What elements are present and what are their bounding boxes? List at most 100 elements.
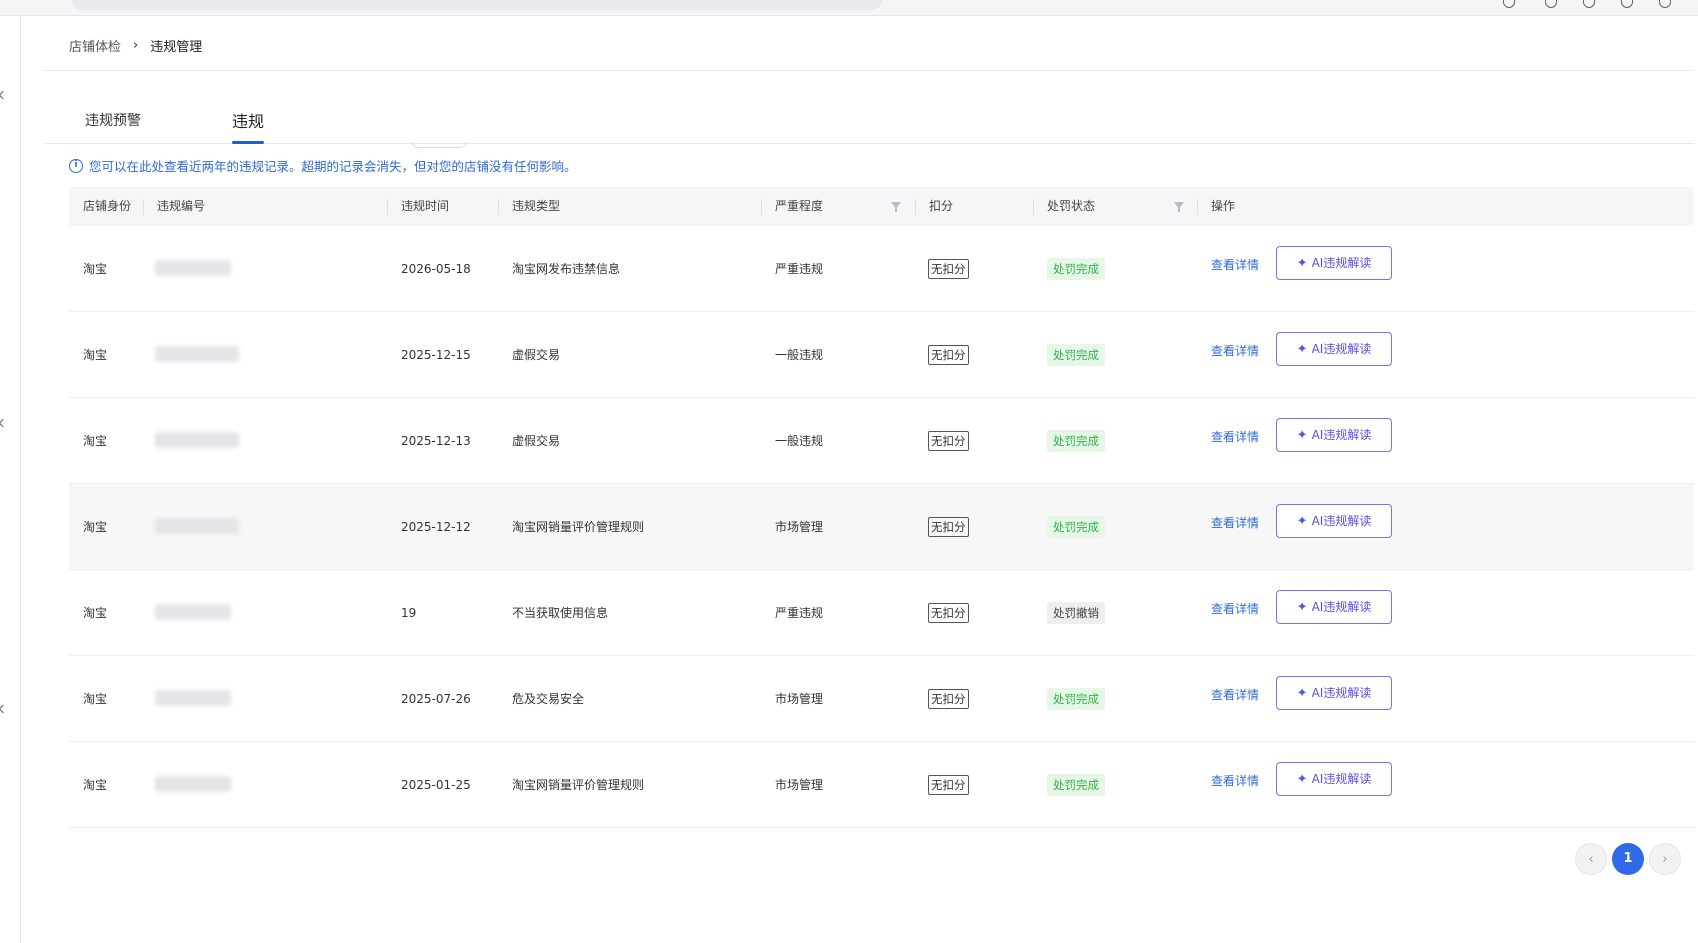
sparkle-icon: ✦	[1296, 600, 1308, 615]
cell-time: 19	[401, 606, 417, 620]
ai-interpret-button[interactable]: ✦ AI违规解读	[1276, 762, 1392, 796]
table-row: 淘宝 2025-12-13 虚假交易 一般违规 无扣分 处罚完成 查看详情 ✦ AI违规解读	[69, 398, 1694, 484]
status-badge: 处罚完成	[1047, 774, 1105, 796]
status-badge: 处罚完成	[1047, 430, 1105, 452]
header-deduction: 扣分	[915, 187, 953, 226]
sparkle-icon: ✦	[1296, 514, 1308, 529]
redacted-number	[155, 690, 231, 706]
header-severity: 严重程度	[761, 187, 823, 226]
ai-interpret-label: AI违规解读	[1311, 772, 1372, 786]
cell-time: 2025-01-25	[401, 778, 471, 792]
cell-severity: 市场管理	[775, 520, 824, 534]
redacted-number	[155, 346, 239, 362]
table-row: 淘宝 2025-01-25 淘宝网销量评价管理规则 市场管理 无扣分 处罚完成 查看详情 ✦ A…	[69, 742, 1694, 828]
ai-interpret-button[interactable]: ✦ AI违规解读	[1276, 418, 1392, 452]
table-row: 淘宝 2026-05-18 淘宝网发布违禁信息 严重违规 无扣分 处罚完成 查看详情 ✦ AI违…	[69, 226, 1694, 312]
chevron-left-icon[interactable]	[0, 90, 8, 100]
address-bar[interactable]	[72, 0, 882, 10]
ai-interpret-button[interactable]: ✦ AI违规解读	[1276, 504, 1392, 538]
cell-type: 虚假交易	[512, 348, 561, 362]
ai-interpret-button[interactable]: ✦ AI违规解读	[1276, 332, 1392, 366]
view-detail-link[interactable]: 查看详情	[1211, 514, 1259, 531]
status-badge: 处罚完成	[1047, 258, 1105, 280]
toolbar-icon[interactable]	[1545, 0, 1557, 8]
chevron-left-icon[interactable]	[0, 704, 8, 714]
tab-violation-warning[interactable]: 违规预警	[85, 110, 141, 130]
cell-type: 淘宝网发布违禁信息	[512, 262, 621, 276]
table-row: 淘宝 19 不当获取使用信息 严重违规 无扣分 处罚撤销 查看详情 ✦ AI违规解读	[69, 570, 1694, 656]
pagination: ‹ 1 ›	[1575, 843, 1698, 877]
sparkle-icon: ✦	[1296, 342, 1308, 357]
view-detail-link[interactable]: 查看详情	[1211, 772, 1259, 789]
table-body: 淘宝 2026-05-18 淘宝网发布违禁信息 严重违规 无扣分 处罚完成 查看详情 ✦ AI违…	[69, 226, 1694, 828]
filter-icon[interactable]	[891, 202, 901, 212]
cell-time: 2025-12-12	[401, 520, 471, 534]
redacted-number	[155, 776, 231, 792]
view-detail-link[interactable]: 查看详情	[1211, 686, 1259, 703]
ai-interpret-button[interactable]: ✦ AI违规解读	[1276, 590, 1392, 624]
view-detail-link[interactable]: 查看详情	[1211, 256, 1259, 273]
scroll-hint-shape	[412, 142, 466, 148]
ai-interpret-label: AI违规解读	[1311, 256, 1372, 270]
tab-violation[interactable]: 违规	[232, 108, 264, 132]
cell-identity: 淘宝	[83, 262, 108, 276]
cell-identity: 淘宝	[83, 606, 108, 620]
sparkle-icon: ✦	[1296, 772, 1308, 787]
next-page-button[interactable]: ›	[1649, 843, 1681, 875]
toolbar-icon[interactable]	[1621, 0, 1633, 8]
status-badge: 处罚完成	[1047, 516, 1105, 538]
side-nav-rail	[0, 16, 21, 943]
deduction-badge: 无扣分	[928, 345, 969, 365]
cell-type: 淘宝网销量评价管理规则	[512, 520, 645, 534]
deduction-badge: 无扣分	[928, 689, 969, 709]
toolbar-icon[interactable]	[1503, 0, 1515, 8]
header-number: 违规编号	[143, 187, 205, 226]
ai-interpret-button[interactable]: ✦ AI违规解读	[1276, 676, 1392, 710]
toolbar-icon[interactable]	[1659, 0, 1671, 8]
redacted-number	[155, 518, 239, 534]
redacted-number	[155, 432, 239, 448]
cell-identity: 淘宝	[83, 348, 108, 362]
ai-interpret-label: AI违规解读	[1311, 686, 1372, 700]
breadcrumb-parent[interactable]: 店铺体检	[69, 36, 121, 55]
filter-icon[interactable]	[1174, 202, 1184, 212]
page-1-button[interactable]: 1	[1612, 843, 1644, 875]
cell-time: 2025-12-15	[401, 348, 471, 362]
cell-identity: 淘宝	[83, 520, 108, 534]
deduction-badge: 无扣分	[928, 775, 969, 795]
divider	[44, 70, 1694, 71]
chevron-right-icon: ›	[133, 38, 139, 53]
table-row: 淘宝 2025-12-15 虚假交易 一般违规 无扣分 处罚完成 查看详情 ✦ AI违规解读	[69, 312, 1694, 398]
deduction-badge: 无扣分	[928, 603, 969, 623]
status-badge: 处罚撤销	[1047, 602, 1105, 624]
tab-active-indicator	[232, 141, 264, 144]
sparkle-icon: ✦	[1296, 428, 1308, 443]
sparkle-icon: ✦	[1296, 686, 1308, 701]
ai-interpret-label: AI违规解读	[1311, 428, 1372, 442]
table-header: 店铺身份 违规编号 违规时间 违规类型 严重程度 扣分 处罚状态 操作	[69, 187, 1694, 226]
cell-severity: 严重违规	[775, 606, 824, 620]
table-row: 淘宝 2025-12-12 淘宝网销量评价管理规则 市场管理 无扣分 处罚完成 查看详情 ✦ A…	[69, 484, 1694, 570]
header-identity: 店铺身份	[83, 199, 132, 213]
sparkle-icon: ✦	[1296, 256, 1308, 271]
status-badge: 处罚完成	[1047, 344, 1105, 366]
cell-identity: 淘宝	[83, 778, 108, 792]
breadcrumb: 店铺体检 › 违规管理	[69, 36, 202, 55]
header-status: 处罚状态	[1033, 187, 1095, 226]
toolbar-icon[interactable]	[1583, 0, 1595, 8]
cell-time: 2026-05-18	[401, 262, 471, 276]
view-detail-link[interactable]: 查看详情	[1211, 342, 1259, 359]
main-content: 店铺体检 › 违规管理 违规预警 违规 i 您可以在此处查看近两年的违规记录。超…	[44, 16, 1694, 943]
ai-interpret-button[interactable]: ✦ AI违规解读	[1276, 246, 1392, 280]
chevron-left-icon[interactable]	[0, 418, 8, 428]
cell-type: 虚假交易	[512, 434, 561, 448]
ai-interpret-label: AI违规解读	[1311, 600, 1372, 614]
info-icon: i	[69, 158, 83, 173]
prev-page-button[interactable]: ‹	[1575, 843, 1607, 875]
deduction-badge: 无扣分	[928, 259, 969, 279]
info-notice: i 您可以在此处查看近两年的违规记录。超期的记录会消失，但对您的店铺没有任何影响…	[69, 156, 577, 175]
redacted-number	[155, 260, 231, 276]
cell-type: 危及交易安全	[512, 692, 585, 706]
view-detail-link[interactable]: 查看详情	[1211, 600, 1259, 617]
view-detail-link[interactable]: 查看详情	[1211, 428, 1259, 445]
